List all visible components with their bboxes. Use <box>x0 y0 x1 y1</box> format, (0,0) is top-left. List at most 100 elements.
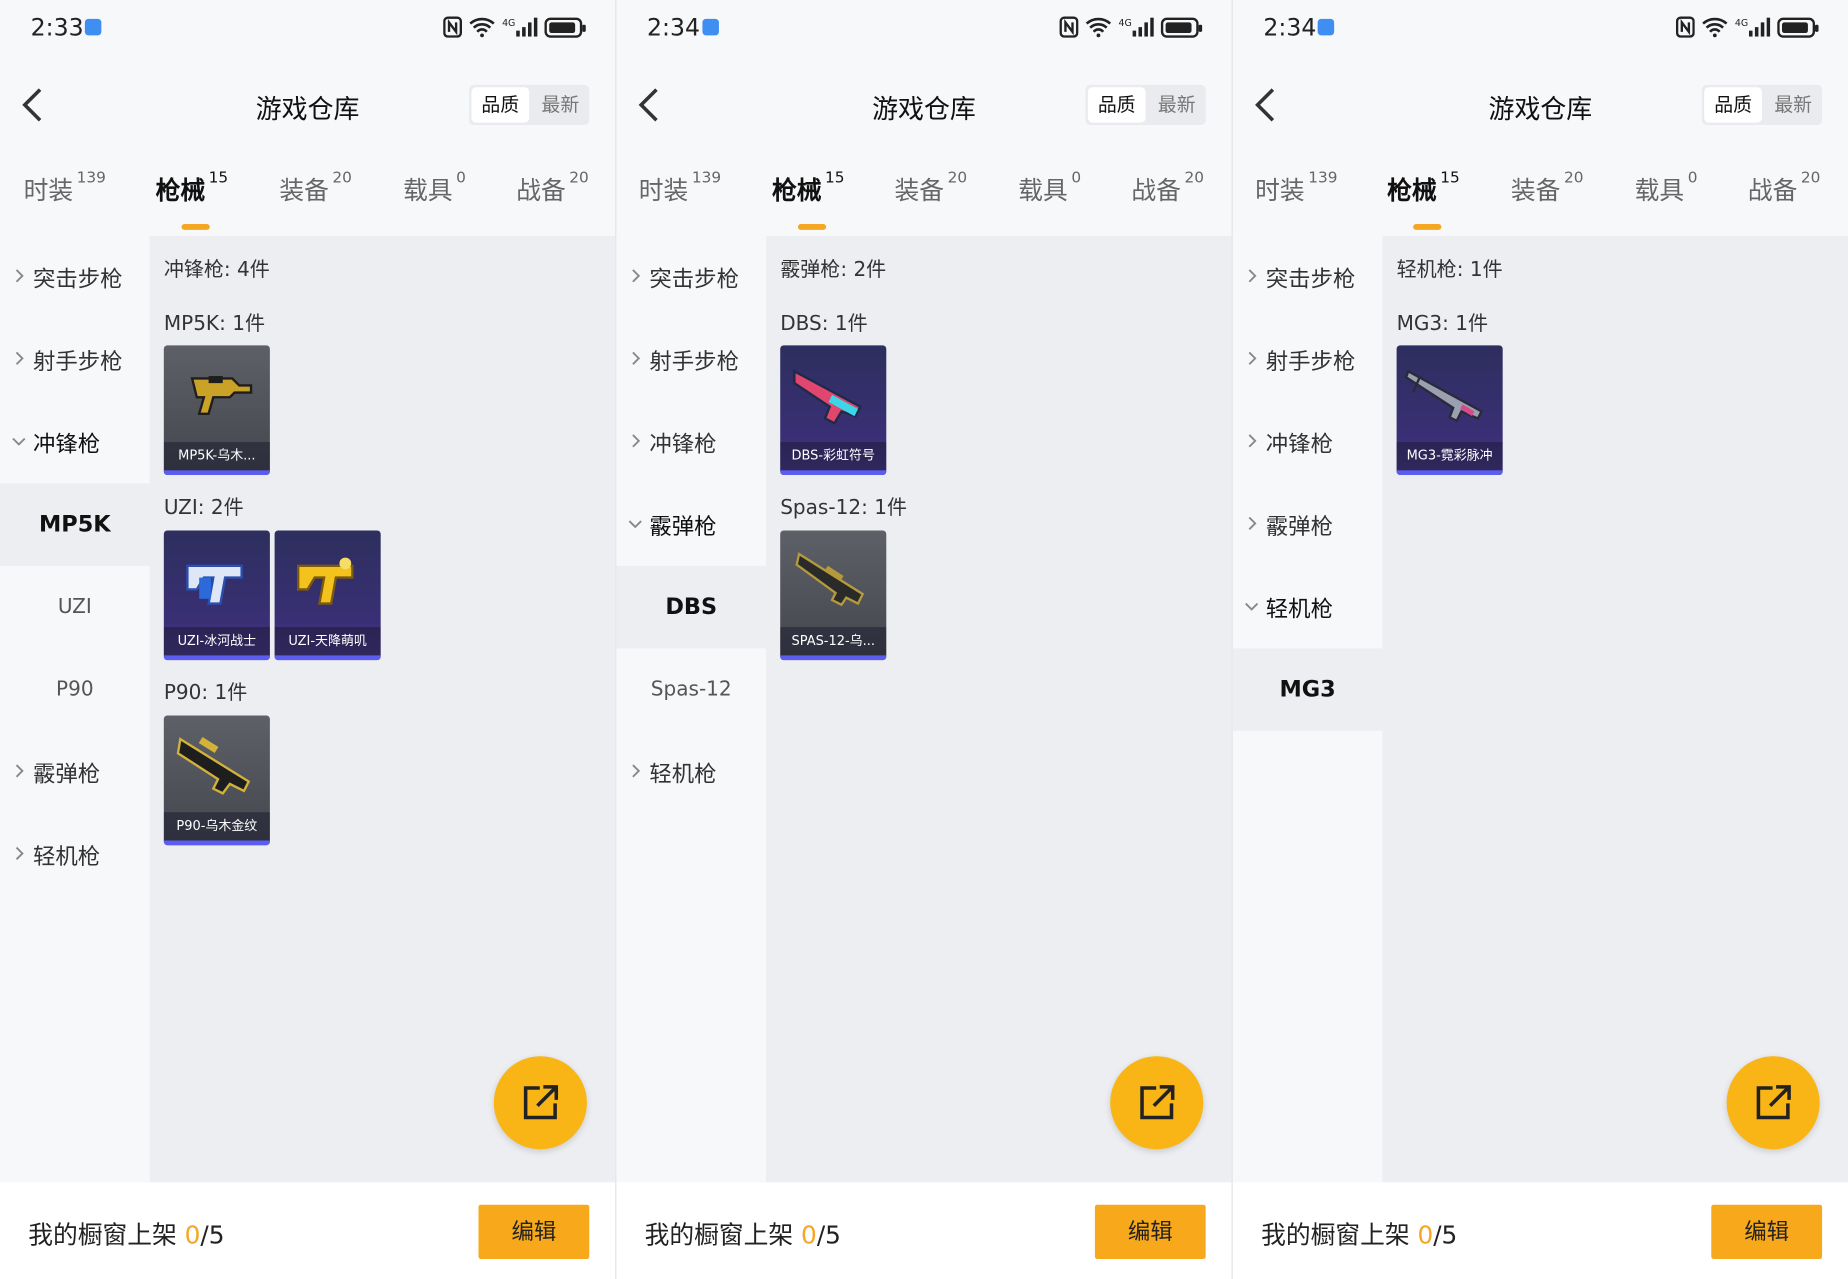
tab-label: 时装 <box>1255 176 1305 206</box>
item-card[interactable]: P90-乌木金纹 <box>163 715 270 846</box>
sidebar-sub-spas12[interactable]: Spas-12 <box>616 648 766 731</box>
item-rarity-bar <box>274 655 381 661</box>
group-title: 轻机枪: 1件 <box>1396 258 1503 282</box>
item-list: 霰弹枪: 2件 DBS: 1件 DBS-彩虹符号 Spas-12: 1件 SPA… <box>766 235 1232 1183</box>
subgroup-title: P90: 1件 <box>163 681 248 705</box>
tab-battle-gear[interactable]: 战备 20 <box>516 170 589 207</box>
share-button[interactable] <box>1110 1056 1204 1150</box>
sidebar-item-smg[interactable]: 冲锋枪 <box>1233 401 1383 484</box>
item-rarity-bar <box>780 470 887 476</box>
edit-button[interactable]: 编辑 <box>1711 1204 1823 1259</box>
battery-icon <box>1160 17 1203 38</box>
mp5k-gun-icon <box>190 376 253 415</box>
sidebar-item-marksman-rifle[interactable]: 射手步枪 <box>616 318 766 401</box>
tab-vehicles[interactable]: 载具 0 <box>403 170 466 207</box>
chevron-right-icon <box>1248 269 1257 283</box>
sidebar-item-label: 冲锋枪 <box>1265 431 1333 458</box>
sidebar-item-label: 突击步枪 <box>32 266 123 293</box>
item-caption: P90-乌木金纹 <box>163 812 270 841</box>
tab-battle-gear[interactable]: 战备 20 <box>1748 170 1821 207</box>
sidebar-item-assault-rifle[interactable]: 突击步枪 <box>616 236 766 319</box>
subgroup-title: MP5K: 1件 <box>163 312 265 336</box>
sort-newest-button[interactable]: 最新 <box>1764 85 1822 125</box>
notification-icon <box>702 18 719 36</box>
sidebar-item-smg[interactable]: 冲锋枪 <box>0 401 150 484</box>
tab-guns[interactable]: 枪械 15 <box>772 170 845 230</box>
sidebar-item-smg[interactable]: 冲锋枪 <box>616 401 766 484</box>
sidebar-item-marksman-rifle[interactable]: 射手步枪 <box>1233 318 1383 401</box>
chevron-down-icon <box>12 437 26 446</box>
tab-label: 时装 <box>638 176 689 206</box>
chevron-down-icon <box>1245 602 1259 611</box>
nfc-icon <box>1675 16 1695 38</box>
chevron-right-icon <box>15 846 24 861</box>
screenshot-collage: 2:33 4G 游戏仓库 品质 最新 时装 139 枪械 15 装备 20 载具 0 战… <box>0 0 1848 1279</box>
tab-label: 装备 <box>1510 176 1561 206</box>
group-title: 霰弹枪: 2件 <box>780 258 887 282</box>
item-card[interactable]: SPAS-12-乌... <box>780 530 887 661</box>
sidebar-item-marksman-rifle[interactable]: 射手步枪 <box>0 318 150 401</box>
sidebar-sub-mp5k[interactable]: MP5K <box>0 483 150 566</box>
item-card[interactable]: MG3-霓彩脉冲 <box>1396 345 1503 476</box>
tab-equipment[interactable]: 装备 20 <box>895 170 968 207</box>
tab-count: 0 <box>1071 169 1082 188</box>
tab-label: 战备 <box>1131 176 1181 206</box>
item-caption: UZI-冰河战士 <box>163 627 270 656</box>
item-card[interactable]: DBS-彩虹符号 <box>780 345 887 476</box>
sidebar-item-shotgun[interactable]: 霰弹枪 <box>616 483 766 566</box>
sidebar-item-lmg[interactable]: 轻机枪 <box>616 731 766 814</box>
sort-newest-button[interactable]: 最新 <box>1148 85 1206 125</box>
sidebar-item-label: 射手步枪 <box>649 348 739 375</box>
share-icon <box>523 1085 559 1120</box>
edit-button[interactable]: 编辑 <box>1094 1204 1206 1259</box>
item-rarity-bar <box>1396 470 1503 476</box>
tab-battle-gear[interactable]: 战备 20 <box>1131 170 1204 207</box>
status-bar: 2:34 4G <box>616 0 1231 57</box>
item-card[interactable]: UZI-天降萌叽 <box>274 530 381 661</box>
sort-newest-button[interactable]: 最新 <box>532 85 590 125</box>
sort-quality-button[interactable]: 品质 <box>471 87 530 123</box>
bottom-bar: 我的橱窗上架 0/5 编辑 <box>0 1182 616 1279</box>
tab-vehicles[interactable]: 载具 0 <box>1635 170 1698 207</box>
edit-button[interactable]: 编辑 <box>478 1204 590 1259</box>
sidebar-sub-p90[interactable]: P90 <box>0 648 150 731</box>
sidebar-sub-mg3[interactable]: MG3 <box>1232 648 1383 731</box>
status-icons: 4G <box>443 14 586 40</box>
tab-guns[interactable]: 枪械 15 <box>156 170 228 230</box>
showcase-label-text: 我的橱窗上架 <box>1261 1221 1418 1250</box>
sidebar-item-shotgun[interactable]: 霰弹枪 <box>1233 483 1383 566</box>
tab-fashion[interactable]: 时装 139 <box>1255 170 1337 207</box>
sidebar-item-label: 轻机枪 <box>1265 596 1333 623</box>
sidebar-item-lmg[interactable]: 轻机枪 <box>0 813 150 896</box>
item-card[interactable]: UZI-冰河战士 <box>163 530 270 661</box>
tab-guns[interactable]: 枪械 15 <box>1387 169 1460 230</box>
tab-fashion[interactable]: 时装 139 <box>24 170 106 207</box>
item-card[interactable]: MP5K-乌木... <box>163 345 270 476</box>
item-rarity-bar <box>163 655 270 661</box>
battery-icon <box>1777 17 1819 38</box>
tab-equipment[interactable]: 装备 20 <box>279 170 352 207</box>
sort-quality-button[interactable]: 品质 <box>1087 87 1146 123</box>
share-button[interactable] <box>493 1056 587 1150</box>
showcase-label-text: 我的橱窗上架 <box>28 1221 185 1250</box>
sidebar-item-shotgun[interactable]: 霰弹枪 <box>0 731 150 814</box>
tab-vehicles[interactable]: 载具 0 <box>1018 169 1082 207</box>
sort-quality-button[interactable]: 品质 <box>1704 87 1762 123</box>
chevron-right-icon <box>15 764 24 778</box>
sidebar-item-lmg[interactable]: 轻机枪 <box>1233 566 1383 649</box>
sidebar-item-assault-rifle[interactable]: 突击步枪 <box>0 236 150 319</box>
item-list: 轻机枪: 1件 MG3: 1件 MG3-霓彩脉冲 <box>1382 235 1848 1183</box>
sidebar-sub-uzi[interactable]: UZI <box>0 566 150 649</box>
tab-count: 139 <box>691 169 722 188</box>
showcase-label: 我的橱窗上架 0/5 <box>645 1217 841 1252</box>
sidebar-sub-dbs[interactable]: DBS <box>616 565 767 649</box>
header: 游戏仓库 品质 最新 <box>1233 71 1848 139</box>
tab-equipment[interactable]: 装备 20 <box>1510 170 1584 207</box>
chevron-right-icon <box>15 351 24 365</box>
share-button[interactable] <box>1726 1056 1820 1150</box>
tab-fashion[interactable]: 时装 139 <box>638 169 722 207</box>
tab-label: 战备 <box>516 176 566 206</box>
tab-count: 15 <box>1440 169 1460 188</box>
sidebar-item-assault-rifle[interactable]: 突击步枪 <box>1233 236 1383 319</box>
showcase-label-text: 我的橱窗上架 <box>644 1221 802 1250</box>
